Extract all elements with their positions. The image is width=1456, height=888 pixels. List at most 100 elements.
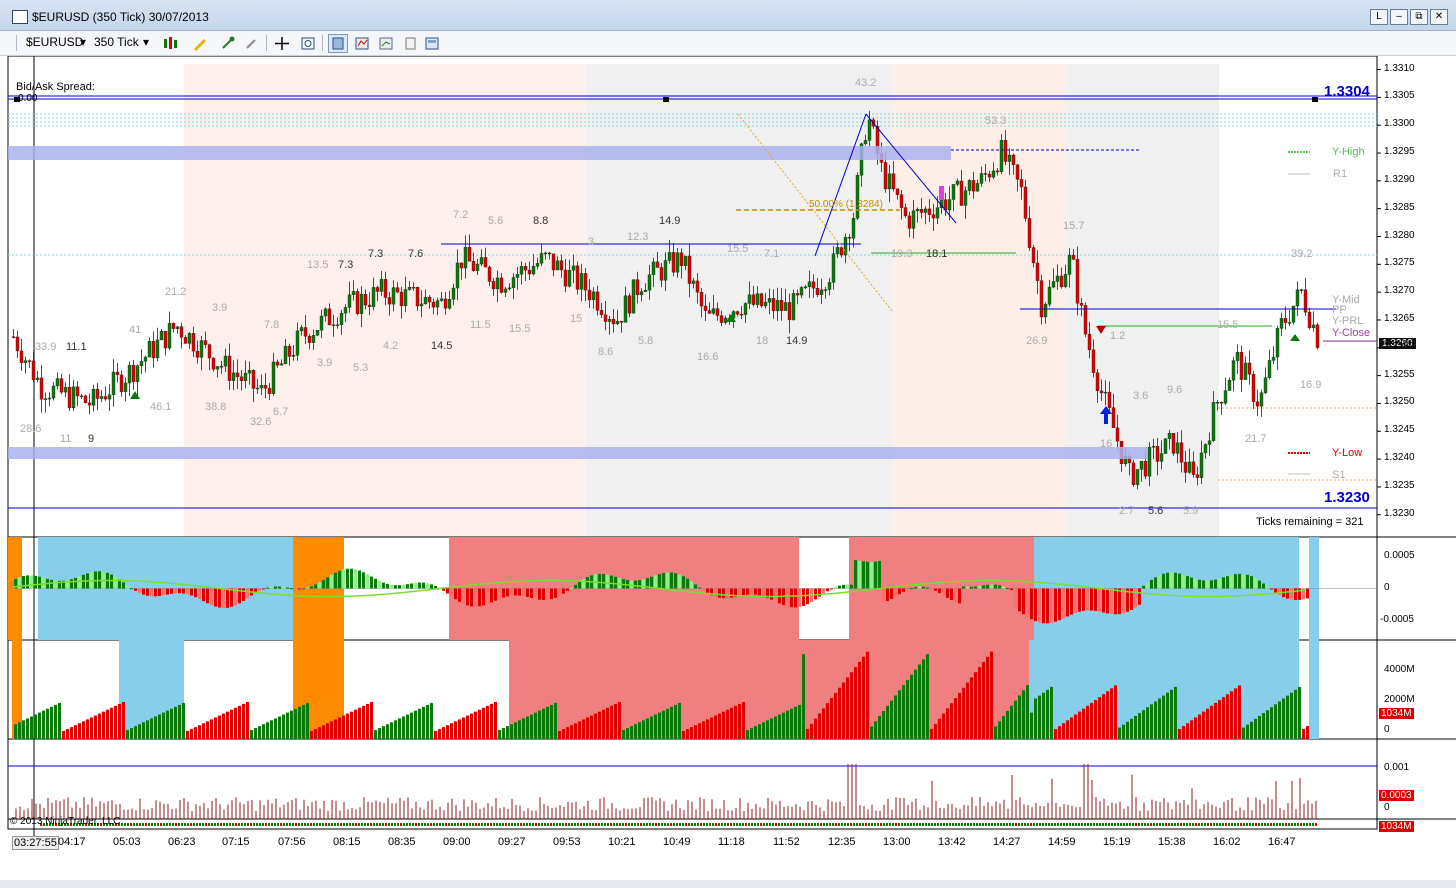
mini-bar xyxy=(487,823,489,826)
mini-bar xyxy=(1105,823,1107,826)
interval-selector[interactable]: 350 Tick xyxy=(94,35,139,49)
volume-bar xyxy=(990,651,993,739)
osc-bar xyxy=(718,588,721,598)
volume-bar xyxy=(1034,698,1037,739)
osc-bar xyxy=(742,588,745,596)
close-button[interactable]: ✕ xyxy=(1430,9,1448,25)
mini-bar xyxy=(1186,823,1188,826)
volume-bar xyxy=(290,710,293,739)
mini-bar xyxy=(1171,823,1173,826)
mini-bar xyxy=(1177,823,1179,826)
interval-dropdown-icon[interactable]: ▾ xyxy=(143,35,149,49)
volume-bar xyxy=(402,716,405,739)
volume-bar xyxy=(1054,729,1057,739)
candle-body xyxy=(1111,407,1116,429)
volume-bar xyxy=(350,711,353,739)
candle-body xyxy=(667,252,672,261)
mini-bar xyxy=(700,823,702,826)
candle-body xyxy=(783,302,788,311)
chart-canvas[interactable] xyxy=(0,56,1456,880)
candle-body xyxy=(747,294,752,304)
time-axis-tick: 09:00 xyxy=(443,836,471,848)
mini-bar xyxy=(196,823,198,826)
volume-bar xyxy=(866,651,869,739)
volume-bar xyxy=(602,709,605,739)
strategies-icon[interactable] xyxy=(376,34,396,53)
mini-bar xyxy=(646,823,648,826)
candle-body xyxy=(595,291,600,311)
candle-body xyxy=(703,305,708,311)
mini-bar xyxy=(352,823,354,826)
osc-bar xyxy=(1006,588,1009,590)
remove-object-icon[interactable] xyxy=(242,34,262,53)
candle-body xyxy=(1187,461,1192,473)
candle-body xyxy=(1203,444,1208,454)
volume-number: 9 xyxy=(88,433,95,445)
osc-bar xyxy=(110,574,113,589)
candle-body xyxy=(1211,402,1216,441)
mini-bar xyxy=(133,823,135,826)
bar-type-icon[interactable] xyxy=(160,34,180,53)
restore-button[interactable]: ⧉ xyxy=(1410,9,1428,25)
instrument-selector[interactable]: $EURUSD xyxy=(26,35,83,49)
volume-bar xyxy=(738,703,741,739)
volume-bar xyxy=(98,713,101,739)
mini-bar xyxy=(1279,823,1281,826)
templates-icon[interactable] xyxy=(422,34,442,53)
candle-body xyxy=(587,289,592,301)
candle-body xyxy=(515,274,520,278)
mini-bar xyxy=(712,823,714,826)
candle-body xyxy=(971,180,976,192)
volume-bar xyxy=(342,715,345,739)
candle-body xyxy=(259,385,264,389)
candle-body xyxy=(207,344,212,359)
mini-bar xyxy=(247,823,249,826)
data-box-icon[interactable] xyxy=(328,34,348,53)
candle-body xyxy=(75,386,80,397)
osc-bar xyxy=(74,577,77,589)
mini-bar xyxy=(619,823,621,826)
minimize-button[interactable]: – xyxy=(1390,9,1408,25)
candle-body xyxy=(163,330,168,349)
osc-bar xyxy=(1102,588,1105,613)
osc-bar xyxy=(134,588,137,591)
mini-bar xyxy=(754,823,756,826)
volume-number: 6.7 xyxy=(273,406,289,418)
candle-body xyxy=(471,261,476,271)
panel3-axis-tick: 4000M xyxy=(1384,664,1415,675)
volume-bar xyxy=(186,731,189,739)
candle-body xyxy=(1115,427,1120,442)
candle-body xyxy=(687,255,692,284)
volume-bar xyxy=(1130,718,1133,739)
candle-body xyxy=(1003,140,1008,162)
add-object-icon[interactable] xyxy=(218,34,238,53)
volume-bar xyxy=(878,716,881,739)
link-button[interactable]: L xyxy=(1370,9,1388,25)
volume-bar xyxy=(802,654,805,739)
volume-bar xyxy=(14,724,17,739)
osc-bar xyxy=(1002,586,1005,589)
mini-bar xyxy=(337,823,339,826)
osc-bar xyxy=(1042,588,1045,624)
drawing-tool-icon[interactable] xyxy=(190,34,210,53)
mini-bar xyxy=(610,823,612,826)
indicators-icon[interactable] xyxy=(352,34,372,53)
zoom-icon[interactable] xyxy=(298,34,318,53)
volume-bar xyxy=(70,727,73,739)
volume-bar xyxy=(1142,710,1145,739)
osc-bar xyxy=(1162,573,1165,589)
time-axis-tick: 05:03 xyxy=(113,836,141,848)
mini-bar xyxy=(694,823,696,826)
properties-icon[interactable] xyxy=(400,34,420,53)
candle-body xyxy=(659,267,664,281)
volume-bar xyxy=(430,702,433,739)
osc-bar xyxy=(874,561,877,589)
crosshair-icon[interactable] xyxy=(272,34,292,53)
volume-bar xyxy=(1058,726,1061,739)
instrument-dropdown-icon[interactable]: ▾ xyxy=(80,35,86,49)
candle-body xyxy=(127,364,132,384)
mini-bar xyxy=(679,823,681,826)
mini-bar xyxy=(286,823,288,826)
volume-bar xyxy=(1070,717,1073,739)
mini-bar xyxy=(1243,823,1245,826)
